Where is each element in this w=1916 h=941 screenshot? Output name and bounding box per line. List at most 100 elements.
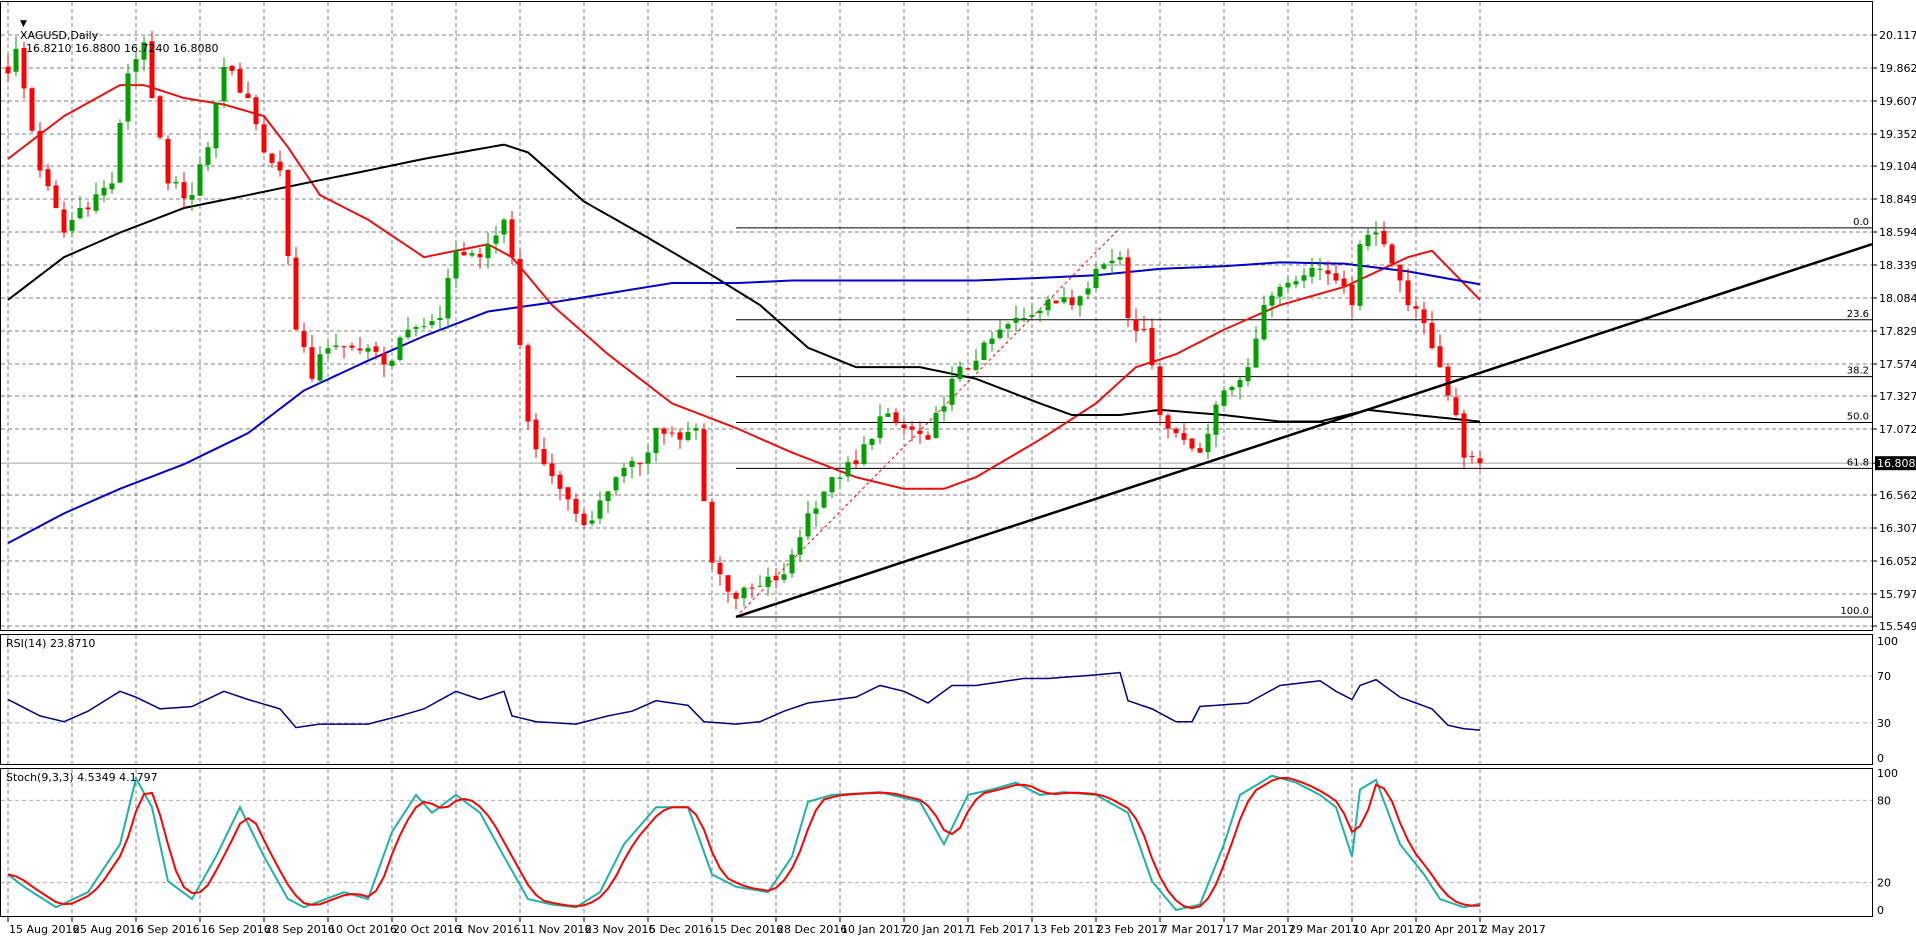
bear-candle (262, 124, 267, 152)
bull-candle (798, 537, 803, 555)
stoch-k-line (8, 776, 1480, 910)
bear-candle (902, 424, 907, 428)
stoch-axis-label: 100 (1877, 767, 1898, 780)
bull-candle (822, 491, 827, 507)
bear-candle (230, 66, 235, 71)
bear-candle (246, 94, 251, 98)
bull-candle (190, 195, 195, 200)
bull-candle (446, 278, 451, 318)
bull-candle (934, 413, 939, 438)
bull-candle (1078, 296, 1083, 305)
date-label: 13 Feb 2017 (1033, 923, 1101, 936)
chart-canvas[interactable]: 0.023.638.250.061.8100.0 15 Aug 201625 A… (0, 0, 1916, 937)
bull-candle (982, 343, 987, 360)
symbol-label: XAGUSD,Daily (20, 29, 98, 42)
bull-candle (1318, 269, 1323, 270)
bear-candle (1054, 301, 1059, 304)
fib-level-label: 23.6 (1847, 309, 1869, 320)
bull-candle (78, 208, 83, 218)
rsi-axis-label: 70 (1877, 670, 1891, 683)
bull-candle (886, 413, 891, 416)
bull-candle (1294, 281, 1299, 284)
date-label: 23 Nov 2016 (585, 923, 655, 936)
bull-candle (494, 236, 499, 244)
bear-candle (1438, 346, 1443, 367)
ohlc-values: 16.8210 16.8800 16.7240 16.8080 (26, 42, 218, 55)
date-label: 5 Dec 2016 (649, 923, 712, 936)
bull-candle (1094, 269, 1099, 288)
bull-candle (1046, 300, 1051, 310)
date-label: 2 May 2017 (1481, 923, 1546, 936)
bull-candle (1238, 380, 1243, 387)
panel-frame-2 (1, 769, 1873, 917)
stoch-panel (1, 776, 1873, 910)
price-label: 15.7970 (1879, 588, 1916, 601)
dropdown-triangle-icon[interactable]: ▼ (20, 19, 27, 29)
bear-candle (30, 88, 35, 130)
bull-candle (878, 416, 883, 438)
bear-candle (550, 464, 555, 476)
bull-candle (102, 188, 107, 196)
bull-candle (1086, 288, 1091, 294)
price-label: 20.1170 (1879, 29, 1916, 42)
price-label: 19.3520 (1879, 128, 1916, 141)
bull-candle (1022, 318, 1027, 319)
bear-candle (286, 170, 291, 256)
bull-candle (390, 361, 395, 366)
bear-candle (166, 139, 171, 183)
bear-candle (182, 182, 187, 198)
bull-candle (974, 361, 979, 370)
bull-candle (118, 123, 123, 183)
bear-candle (270, 154, 275, 163)
stoch-axis-label: 0 (1877, 904, 1884, 917)
bull-candle (958, 367, 963, 379)
bear-candle (62, 210, 67, 233)
bear-candle (1454, 397, 1459, 415)
bull-candle (846, 462, 851, 476)
bull-candle (1302, 275, 1307, 280)
date-label: 1 Feb 2017 (969, 923, 1030, 936)
bear-candle (910, 426, 915, 429)
bear-candle (1326, 270, 1331, 274)
bull-candle (942, 406, 947, 411)
bear-candle (1134, 320, 1139, 331)
bear-candle (1390, 245, 1395, 264)
bull-candle (422, 326, 427, 327)
bull-candle (1358, 244, 1363, 306)
bear-candle (918, 431, 923, 434)
price-label: 17.0720 (1879, 423, 1916, 436)
bull-candle (486, 244, 491, 258)
bull-candle (998, 330, 1003, 338)
bull-candle (1262, 305, 1267, 339)
bear-candle (1478, 458, 1483, 463)
bull-candle (1254, 339, 1259, 368)
bull-candle (654, 428, 659, 453)
bull-candle (398, 338, 403, 360)
bull-candle (1230, 387, 1235, 390)
panel-frame-0 (1, 2, 1873, 631)
bull-candle (214, 103, 219, 148)
fib-level-label: 100.0 (1840, 606, 1869, 617)
bull-candle (694, 428, 699, 431)
bear-candle (710, 502, 715, 563)
bull-candle (366, 348, 371, 352)
bear-candle (1070, 297, 1075, 305)
bull-candle (622, 468, 627, 476)
bull-candle (1062, 297, 1067, 302)
panel-frame-1 (1, 635, 1873, 765)
bear-candle (1430, 323, 1435, 348)
bear-candle (1350, 284, 1355, 305)
bull-candle (1374, 233, 1379, 235)
date-label: 1 Nov 2016 (457, 923, 520, 936)
bear-candle (1462, 413, 1467, 457)
bear-candle (702, 429, 707, 501)
stoch-label: Stoch(9,3,3) 4.5349 4.1797 (6, 771, 158, 784)
bull-candle (414, 327, 419, 329)
date-label: 17 Mar 2017 (1225, 923, 1295, 936)
bull-candle (1222, 390, 1227, 405)
bull-candle (454, 251, 459, 279)
date-label: 25 Aug 2016 (73, 923, 143, 936)
bear-candle (342, 346, 347, 347)
bear-candle (350, 346, 355, 348)
date-label: 15 Dec 2016 (713, 923, 783, 936)
